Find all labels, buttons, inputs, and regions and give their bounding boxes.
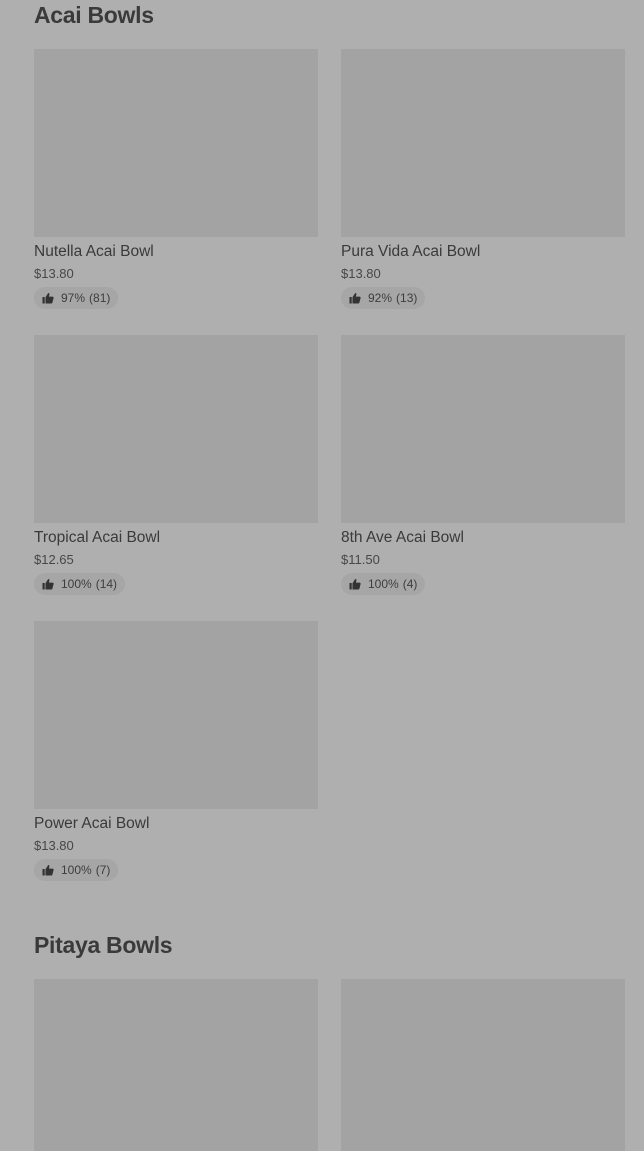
rating-badge: 100% (4)	[341, 573, 426, 595]
item-image-placeholder	[341, 335, 625, 523]
item-name: Tropical Acai Bowl	[34, 529, 161, 546]
thumbs-up-icon	[349, 579, 361, 590]
menu-item-card[interactable]	[34, 979, 318, 1151]
menu-item-card[interactable]: Power Acai Bowl $13.80 100% (7)	[34, 621, 318, 881]
rating-count: (13)	[396, 291, 418, 305]
item-name: Nutella Acai Bowl	[34, 243, 154, 260]
section-title-pitaya-bowls: Pitaya Bowls	[34, 932, 173, 958]
item-image-placeholder	[34, 621, 318, 809]
menu-page: Acai Bowls Nutella Acai Bowl $13.80 97% …	[0, 0, 644, 1151]
item-image-placeholder	[34, 49, 318, 237]
item-price: $11.50	[341, 552, 380, 567]
rating-badge: 97% (81)	[34, 287, 119, 309]
menu-item-card[interactable]: Tropical Acai Bowl $12.65 100% (14)	[34, 335, 318, 595]
rating-badge: 100% (7)	[34, 859, 119, 881]
menu-item-card[interactable]: Pura Vida Acai Bowl $13.80 92% (13)	[341, 49, 625, 309]
item-name: Power Acai Bowl	[34, 815, 150, 832]
item-image-placeholder	[34, 979, 318, 1151]
rating-badge: 100% (14)	[34, 573, 126, 595]
rating-count: (14)	[95, 577, 118, 591]
item-name: Pura Vida Acai Bowl	[341, 243, 481, 260]
rating-percent: 97%	[61, 291, 86, 305]
item-price: $13.80	[34, 266, 74, 281]
rating-percent: 92%	[368, 291, 393, 305]
item-name: 8th Ave Acai Bowl	[341, 529, 464, 546]
item-image-placeholder	[341, 979, 625, 1151]
rating-percent: 100%	[61, 577, 92, 591]
item-price: $13.80	[34, 838, 74, 853]
item-price: $12.65	[34, 552, 74, 567]
rating-count: (81)	[89, 291, 111, 305]
thumbs-up-icon	[42, 293, 54, 304]
item-image-placeholder	[34, 335, 318, 523]
section-title-acai-bowls: Acai Bowls	[34, 2, 154, 28]
item-image-placeholder	[341, 49, 625, 237]
rating-count: (7)	[95, 863, 111, 877]
thumbs-up-icon	[349, 293, 361, 304]
menu-item-card[interactable]	[341, 979, 625, 1151]
thumbs-up-icon	[42, 579, 54, 590]
rating-percent: 100%	[368, 577, 399, 591]
rating-count: (4)	[402, 577, 418, 591]
rating-percent: 100%	[61, 863, 92, 877]
menu-item-card[interactable]: 8th Ave Acai Bowl $11.50 100% (4)	[341, 335, 625, 595]
thumbs-up-icon	[42, 865, 54, 876]
menu-item-card[interactable]: Nutella Acai Bowl $13.80 97% (81)	[34, 49, 318, 309]
rating-badge: 92% (13)	[341, 287, 426, 309]
item-price: $13.80	[341, 266, 381, 281]
